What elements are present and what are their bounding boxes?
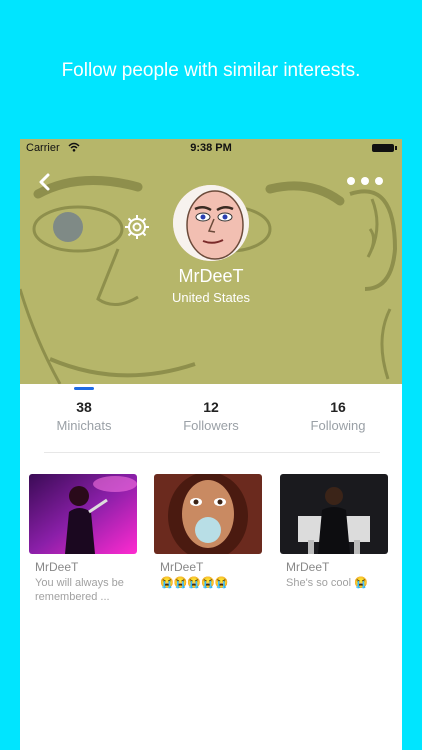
header-cartoon-background: [20, 139, 402, 384]
stat-following[interactable]: 16 Following: [283, 399, 393, 433]
post-image: [154, 474, 262, 554]
avatar-illustration: [173, 185, 249, 261]
post-image: [280, 474, 388, 554]
stat-value: 16: [330, 399, 346, 415]
post-thumbnail[interactable]: [29, 474, 137, 554]
post-image: [29, 474, 137, 554]
stats-row: 38 Minichats 12 Followers 16 Following: [20, 399, 402, 439]
divider: [44, 452, 380, 453]
post-thumbnail[interactable]: [154, 474, 262, 554]
battery-icon: [372, 144, 397, 152]
settings-icon[interactable]: [123, 213, 151, 241]
profile-location: United States: [171, 290, 251, 305]
post-caption: 😭😭😭😭😭: [160, 577, 229, 589]
post-card[interactable]: MrDeeT You will always be remembered ...: [29, 474, 137, 604]
post-author: MrDeeT: [160, 560, 204, 574]
post-card[interactable]: MrDeeT 😭😭😭😭😭: [154, 474, 262, 590]
post-author: MrDeeT: [35, 560, 79, 574]
post-thumbnail[interactable]: [280, 474, 388, 554]
promo-headline: Follow people with similar interests.: [61, 60, 361, 81]
status-time: 9:38 PM: [190, 142, 232, 154]
profile-header: Carrier 9:38 PM MrDeeT United States: [20, 139, 402, 384]
post-caption: You will always be remembered ...: [35, 577, 124, 603]
avatar[interactable]: [173, 185, 249, 261]
stat-label: Following: [310, 418, 366, 433]
stat-label: Minichats: [56, 418, 112, 433]
stat-value: 38: [76, 399, 92, 415]
stat-value: 12: [203, 399, 219, 415]
active-tab-indicator: [74, 387, 94, 390]
stat-followers[interactable]: 12 Followers: [156, 399, 266, 433]
post-card[interactable]: MrDeeT She's so cool 😭: [280, 474, 388, 590]
back-icon[interactable]: [34, 171, 56, 193]
profile-username: MrDeeT: [178, 266, 244, 286]
stat-minichats[interactable]: 38 Minichats: [29, 399, 139, 433]
stat-label: Followers: [183, 418, 239, 433]
post-author: MrDeeT: [286, 560, 330, 574]
phone-screen: Carrier 9:38 PM MrDeeT United States 38 …: [20, 139, 402, 750]
more-icon[interactable]: [346, 175, 384, 187]
post-caption: She's so cool 😭: [286, 577, 368, 589]
status-bar: Carrier 9:38 PM: [20, 139, 402, 157]
